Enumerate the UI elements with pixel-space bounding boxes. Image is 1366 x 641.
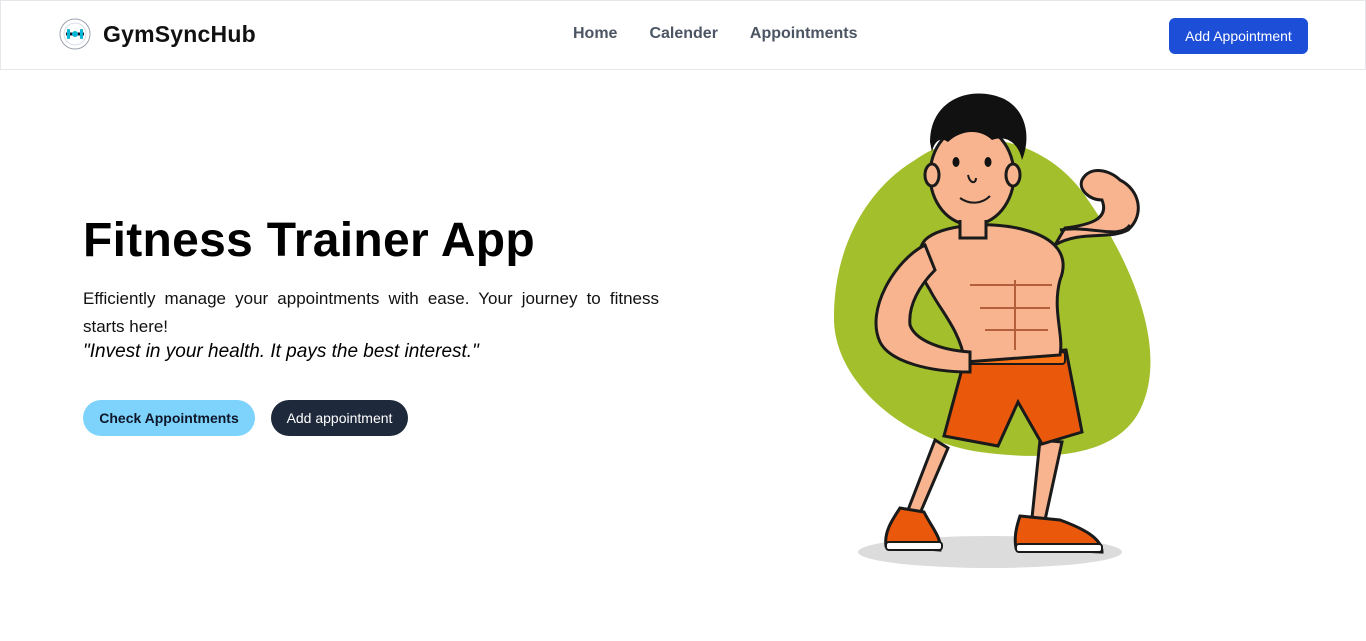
muscular-trainer-illustration: [833, 93, 1151, 568]
nav-link-appointments[interactable]: Appointments: [750, 25, 858, 43]
brand-name: GymSyncHub: [103, 20, 256, 47]
gym-logo-icon: [59, 18, 91, 50]
main-nav: Home Calender Appointments: [573, 25, 857, 43]
page-title: Fitness Trainer App: [83, 214, 536, 267]
brand[interactable]: GymSyncHub: [59, 18, 256, 50]
nav-link-calender[interactable]: Calender: [649, 25, 717, 43]
add-appointment-secondary-button[interactable]: Add appointment: [271, 400, 408, 436]
hero-quote: "Invest in your health. It pays the best…: [83, 341, 479, 362]
add-appointment-button[interactable]: Add Appointment: [1169, 18, 1308, 54]
nav-link-home[interactable]: Home: [573, 25, 617, 43]
check-appointments-button[interactable]: Check Appointments: [83, 400, 255, 436]
top-navbar: GymSyncHub Home Calender Appointments Ad…: [0, 0, 1366, 70]
hero-description: Efficiently manage your appointments wit…: [83, 289, 659, 336]
